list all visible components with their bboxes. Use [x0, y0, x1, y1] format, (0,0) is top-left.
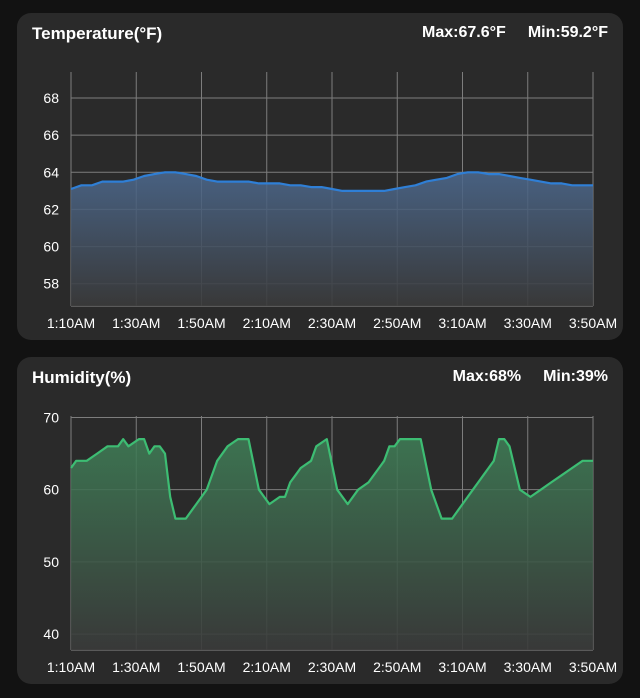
- humidity-x-tick-label: 1:30AM: [112, 659, 160, 675]
- humidity-x-tick-label: 3:10AM: [438, 659, 486, 675]
- humidity-chart: 40 50 60 70 1:10AM 1:30AM 1:50AM 2:10AM 2:30AM 2:…: [43, 409, 617, 675]
- humidity-y-tick-label: 70: [43, 409, 59, 425]
- temperature-x-tick-label: 3:30AM: [504, 315, 552, 331]
- temperature-y-tick-label: 58: [43, 276, 59, 292]
- humidity-y-tick-label: 40: [43, 626, 59, 642]
- temperature-x-tick-label: 3:10AM: [438, 315, 486, 331]
- temperature-x-tick-label: 1:30AM: [112, 315, 160, 331]
- temperature-y-tick-label: 60: [43, 239, 59, 255]
- temperature-y-tick-label: 62: [43, 201, 59, 217]
- temperature-area-fill: [71, 172, 593, 306]
- humidity-x-tick-label: 3:30AM: [504, 659, 552, 675]
- humidity-y-tick-label: 50: [43, 554, 59, 570]
- temperature-card: Temperature(°F) Max:67.6°F Min:59.2°F 58…: [17, 13, 623, 340]
- temperature-x-tick-label: 2:50AM: [373, 315, 421, 331]
- humidity-y-tick-label: 60: [43, 482, 59, 498]
- temperature-x-tick-label: 1:50AM: [177, 315, 225, 331]
- temperature-x-tick-label: 2:30AM: [308, 315, 356, 331]
- temperature-x-tick-label: 3:50AM: [569, 315, 617, 331]
- temperature-x-tick-label: 1:10AM: [47, 315, 95, 331]
- humidity-x-tick-label: 1:10AM: [47, 659, 95, 675]
- temperature-y-tick-label: 66: [43, 127, 59, 143]
- temperature-y-tick-label: 64: [43, 164, 59, 180]
- humidity-x-tick-label: 2:10AM: [243, 659, 291, 675]
- humidity-card: Humidity(%) Max:68% Min:39% 40 50 60 70 1:10…: [17, 357, 623, 684]
- humidity-x-tick-label: 2:30AM: [308, 659, 356, 675]
- humidity-x-tick-label: 2:50AM: [373, 659, 421, 675]
- temperature-chart: 58 60 62 64 66 68 1:10AM 1:30AM 1:50AM 2:10AM 2:30…: [43, 72, 617, 331]
- humidity-x-tick-label: 3:50AM: [569, 659, 617, 675]
- temperature-x-tick-label: 2:10AM: [243, 315, 291, 331]
- temperature-y-tick-label: 68: [43, 90, 59, 106]
- humidity-x-tick-label: 1:50AM: [177, 659, 225, 675]
